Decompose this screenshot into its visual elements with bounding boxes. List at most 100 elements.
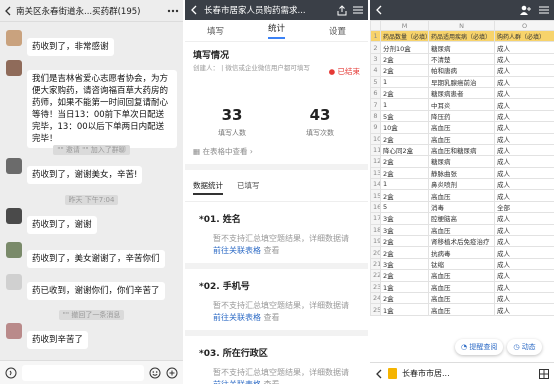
table-cell[interactable]: 成人 — [494, 269, 554, 282]
message-bubble[interactable]: 药已收到，谢谢你们，你们辛苦了 — [27, 282, 165, 300]
table-cell[interactable]: 2盒 — [380, 269, 429, 282]
avatar[interactable] — [6, 208, 22, 224]
table-cell[interactable]: 1 — [380, 178, 429, 191]
menu-icon[interactable] — [353, 6, 363, 14]
linked-table-link[interactable]: 前往关联表格 — [213, 313, 261, 322]
table-cell[interactable]: 5 — [380, 200, 429, 214]
table-cell[interactable]: 成人 — [494, 166, 554, 180]
header-cell[interactable]: 购药人群（必填） — [494, 29, 554, 43]
message-bubble[interactable]: 我们是吉林省爱心志愿者协会，为方便大家购药，请咨询福百草大药房的药师，如果不能第… — [27, 70, 177, 148]
table-cell[interactable]: 2盒 — [380, 52, 429, 66]
table-cell[interactable]: 2盒 — [380, 166, 429, 180]
view-in-sheet-link[interactable]: ▦ 在表格中查看 › — [193, 146, 253, 157]
table-cell[interactable]: 成人 — [494, 291, 554, 305]
grid-icon[interactable] — [539, 368, 549, 379]
header-cell[interactable]: 药品数量（必填） — [380, 29, 429, 43]
message-bubble[interactable]: 药收到了，非常感谢 — [27, 38, 114, 56]
table-cell[interactable]: 成人 — [494, 178, 554, 191]
table-cell[interactable]: 成人 — [494, 246, 554, 259]
table-cell[interactable]: 成人 — [494, 121, 554, 134]
menu-icon[interactable] — [539, 6, 549, 14]
table-cell[interactable]: 成人 — [494, 64, 554, 77]
back-icon[interactable] — [375, 369, 383, 379]
tab-data-stats[interactable]: 数据统计 — [193, 180, 223, 195]
table-cell[interactable]: 成人 — [494, 257, 554, 271]
more-icon[interactable] — [167, 9, 179, 13]
table-cell[interactable]: 2盒 — [380, 291, 429, 305]
table-cell[interactable]: 2盒 — [380, 132, 429, 145]
table-cell[interactable]: 1盒 — [380, 303, 429, 316]
table-cell[interactable]: 成人 — [494, 155, 554, 168]
back-icon[interactable] — [190, 5, 198, 15]
plus-icon[interactable] — [166, 367, 178, 379]
avatar[interactable] — [6, 323, 22, 339]
table-cell[interactable]: 成人 — [494, 86, 554, 100]
table-cell[interactable]: 糖尿病患者 — [428, 86, 495, 100]
avatar[interactable] — [6, 274, 22, 290]
table-cell[interactable]: 成人 — [494, 212, 554, 225]
message-bubble[interactable]: 药收到了，谢谢 — [27, 216, 97, 234]
table-cell[interactable]: 糖尿病 — [428, 41, 495, 54]
column-header[interactable]: N — [428, 20, 495, 31]
table-cell[interactable]: 成人 — [494, 235, 554, 248]
table-cell[interactable]: 抗病毒 — [428, 246, 495, 259]
column-header[interactable]: O — [494, 20, 554, 31]
table-cell[interactable]: 2盒 — [380, 246, 429, 259]
table-cell[interactable]: 钛缩 — [428, 257, 495, 271]
table-cell[interactable]: 中耳炎 — [428, 98, 495, 111]
avatar[interactable] — [6, 60, 22, 76]
back-icon[interactable] — [4, 6, 12, 16]
message-bubble[interactable]: 药收到辛苦了 — [27, 331, 89, 349]
table-cell[interactable]: 5盒 — [380, 109, 429, 123]
table-cell[interactable]: 高血压 — [428, 189, 495, 202]
table-cell[interactable]: 1 — [380, 98, 429, 111]
table-cell[interactable]: 高血压 — [428, 291, 495, 305]
share-icon[interactable] — [337, 4, 347, 16]
table-cell[interactable]: 消毒 — [428, 200, 495, 214]
avatar[interactable] — [6, 158, 22, 174]
table-cell[interactable]: 帕和唐病 — [428, 64, 495, 77]
table-cell[interactable]: 降心同2盒 — [380, 143, 429, 157]
table-cell[interactable]: 成人 — [494, 75, 554, 88]
table-cell[interactable]: 糖尿病 — [428, 155, 495, 168]
table-cell[interactable]: 成人 — [494, 132, 554, 145]
emoji-icon[interactable] — [149, 367, 161, 379]
table-cell[interactable]: 高血压 — [428, 269, 495, 282]
spreadsheet[interactable]: M N O 1 药品数量（必填） 药品适用疾病（必填） 购药人群（必填） 2 分剂… — [370, 20, 554, 316]
table-cell[interactable]: 3盒 — [380, 257, 429, 271]
table-cell[interactable]: 成人 — [494, 98, 554, 111]
table-cell[interactable]: 不清楚 — [428, 52, 495, 66]
table-cell[interactable]: 3盒 — [380, 223, 429, 237]
table-cell[interactable]: 1 — [380, 75, 429, 88]
table-cell[interactable]: 高血压 — [428, 280, 495, 294]
table-cell[interactable]: 1盒 — [380, 280, 429, 294]
table-cell[interactable]: 成人 — [494, 41, 554, 54]
table-cell[interactable]: 肾移植术后免疫治疗 — [428, 235, 495, 248]
tab-stats[interactable]: 统计 — [267, 22, 285, 39]
back-icon[interactable] — [375, 5, 383, 15]
table-cell[interactable]: 成人 — [494, 189, 554, 202]
activity-button[interactable]: ◷ 动态 — [507, 339, 542, 355]
doc-name[interactable]: 长春市市居... — [402, 368, 534, 379]
table-cell[interactable]: 成人 — [494, 143, 554, 157]
header-cell[interactable]: 药品适用疾病（必填） — [428, 29, 495, 43]
table-cell[interactable]: 全部 — [494, 200, 554, 214]
message-input[interactable] — [22, 364, 144, 381]
message-bubble[interactable]: 药收到了，谢谢美女，辛苦! — [27, 166, 143, 184]
table-cell[interactable]: 3盒 — [380, 212, 429, 225]
tab-filled[interactable]: 已填写 — [237, 180, 260, 195]
table-cell[interactable]: 2盒 — [380, 86, 429, 100]
tab-fill[interactable]: 填写 — [207, 25, 224, 37]
table-cell[interactable]: 高血压和糖尿病 — [428, 143, 495, 157]
table-cell[interactable]: 2盒 — [380, 64, 429, 77]
voice-icon[interactable] — [5, 367, 17, 379]
table-cell[interactable]: 2盒 — [380, 235, 429, 248]
table-cell[interactable]: 成人 — [494, 52, 554, 66]
table-cell[interactable]: 10盒 — [380, 121, 429, 134]
table-cell[interactable]: 静脉曲张 — [428, 166, 495, 180]
table-cell[interactable]: 分剂10盒 — [380, 41, 429, 54]
table-cell[interactable]: 高血压 — [428, 132, 495, 145]
table-cell[interactable]: 鼻炎喷剂 — [428, 178, 495, 191]
table-cell[interactable]: 2盒 — [380, 155, 429, 168]
column-header[interactable]: M — [380, 20, 429, 31]
